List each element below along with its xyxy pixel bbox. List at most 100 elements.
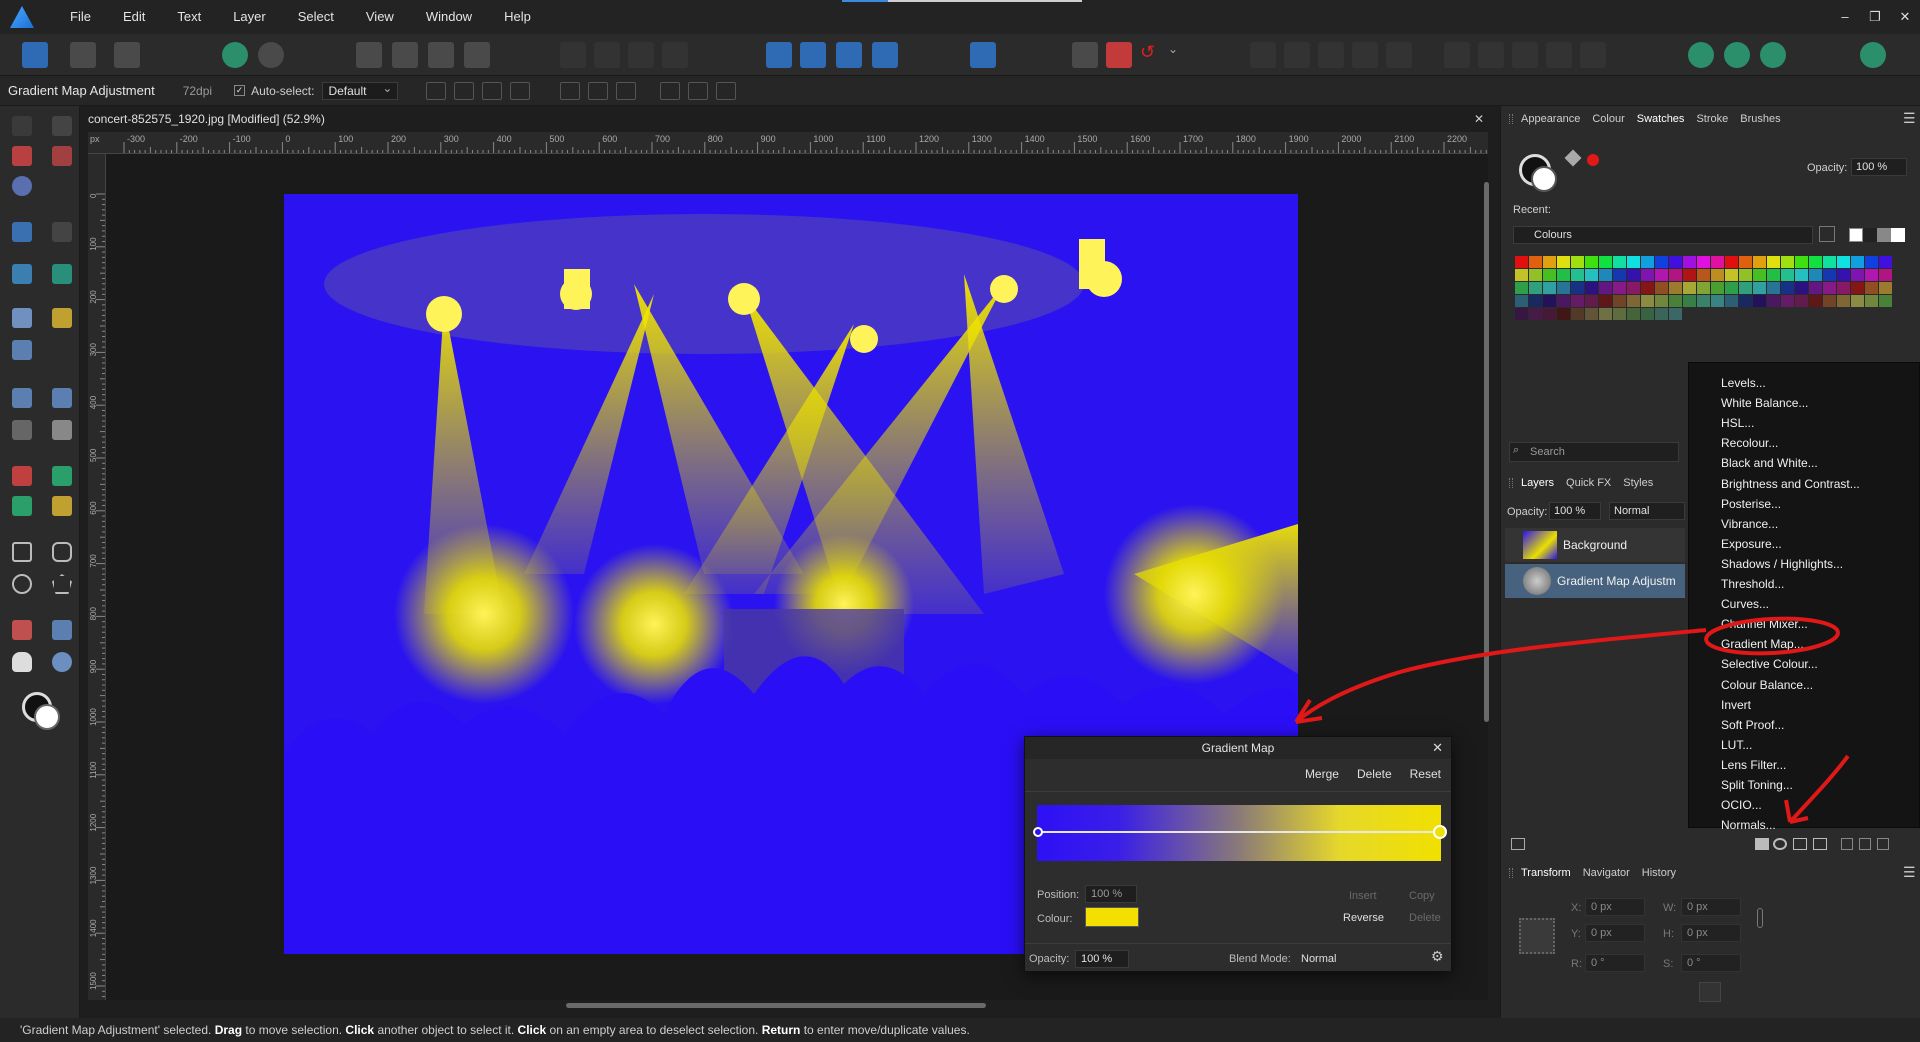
- align-icon[interactable]: [970, 42, 996, 68]
- swatch-cell[interactable]: [1781, 295, 1794, 307]
- swatch-cell[interactable]: [1599, 269, 1612, 281]
- measure-tool-icon[interactable]: [52, 496, 72, 516]
- palette-options-icon[interactable]: [1819, 226, 1835, 242]
- swatch-cell[interactable]: [1823, 295, 1836, 307]
- adjustment-menu-item[interactable]: Normals...: [1721, 815, 1776, 835]
- swatch-cell[interactable]: [1837, 282, 1850, 294]
- minimize-icon[interactable]: –: [1830, 0, 1860, 34]
- clip-icon[interactable]: [1478, 42, 1504, 68]
- swatch-cell[interactable]: [1697, 256, 1710, 268]
- snapping-magnet-icon[interactable]: ↺: [1140, 42, 1166, 68]
- tab-quick-fx[interactable]: Quick FX: [1560, 474, 1617, 492]
- boolean-divide-icon[interactable]: [1386, 42, 1412, 68]
- swatch-cell[interactable]: [1515, 282, 1528, 294]
- stroke-colour-icon[interactable]: [1531, 166, 1557, 192]
- swatch-cell[interactable]: [1627, 308, 1640, 320]
- swatch-opacity-field[interactable]: 100 %: [1851, 158, 1907, 176]
- fill-tool-icon[interactable]: [52, 620, 72, 640]
- swatch-cell[interactable]: [1543, 256, 1556, 268]
- tab-transform[interactable]: Transform: [1515, 864, 1577, 882]
- swatch-cell[interactable]: [1711, 256, 1724, 268]
- swatch-cell[interactable]: [1781, 269, 1794, 281]
- swatch-cell[interactable]: [1599, 282, 1612, 294]
- swatch-cell[interactable]: [1543, 269, 1556, 281]
- swatch-cell[interactable]: [1823, 269, 1836, 281]
- adjustment-menu-item[interactable]: Exposure...: [1721, 534, 1782, 554]
- swatch-cell[interactable]: [1655, 256, 1668, 268]
- adjustment-menu-item[interactable]: Colour Balance...: [1721, 675, 1813, 695]
- transform-origin-icon[interactable]: [426, 81, 447, 100]
- add-layer-icon[interactable]: [1859, 838, 1871, 850]
- swatch-cell[interactable]: [1655, 308, 1668, 320]
- eyedropper-swatch-icon[interactable]: [1564, 149, 1582, 167]
- restore-icon[interactable]: ❐: [1860, 0, 1890, 34]
- group-layers-icon[interactable]: [1841, 838, 1853, 850]
- layers-search-input[interactable]: Search: [1509, 442, 1679, 462]
- swatch-cell[interactable]: [1823, 256, 1836, 268]
- swatch-cell[interactable]: [1557, 308, 1570, 320]
- deselect-icon[interactable]: [392, 42, 418, 68]
- swatch-cell[interactable]: [1725, 256, 1738, 268]
- rotate-right-icon[interactable]: [872, 42, 898, 68]
- reset-button[interactable]: Reset: [1410, 767, 1441, 781]
- lock-aspect-icon[interactable]: [1757, 908, 1763, 928]
- swatch-cell[interactable]: [1865, 256, 1878, 268]
- selection-brush-icon[interactable]: [1724, 42, 1750, 68]
- flip-vertical-icon[interactable]: [800, 42, 826, 68]
- swatch-cell[interactable]: [1809, 295, 1822, 307]
- live-filter-icon[interactable]: [1813, 838, 1827, 850]
- swatch-cell[interactable]: [1669, 282, 1682, 294]
- swatch-cell[interactable]: [1529, 282, 1542, 294]
- ungroup-icon[interactable]: [1546, 42, 1572, 68]
- adjustment-menu-item[interactable]: LUT...: [1721, 735, 1752, 755]
- healing-brush-icon[interactable]: [12, 388, 32, 408]
- adjustment-menu-item[interactable]: Posterise...: [1721, 494, 1781, 514]
- swatch-cell[interactable]: [1697, 295, 1710, 307]
- swatch-cell[interactable]: [1851, 269, 1864, 281]
- arrange-front-icon[interactable]: [662, 42, 688, 68]
- grey-swatch[interactable]: [1877, 228, 1891, 242]
- group-icon[interactable]: [1512, 42, 1538, 68]
- pencil-tool-icon[interactable]: [52, 308, 72, 328]
- adjustment-layer-icon[interactable]: [1773, 838, 1787, 850]
- swatch-cell[interactable]: [1669, 269, 1682, 281]
- paint-mixer-icon[interactable]: [12, 146, 32, 166]
- align-right-icon[interactable]: [616, 81, 637, 100]
- swatch-cell[interactable]: [1571, 256, 1584, 268]
- dialog-titlebar[interactable]: Gradient Map ✕: [1025, 737, 1451, 759]
- swatch-cell[interactable]: [1557, 295, 1570, 307]
- swatch-cell[interactable]: [1515, 256, 1528, 268]
- swatch-cell[interactable]: [1753, 282, 1766, 294]
- close-window-icon[interactable]: ✕: [1890, 0, 1920, 34]
- layers-options-icon[interactable]: [1511, 838, 1525, 850]
- menu-view[interactable]: View: [350, 0, 410, 34]
- hand-tool-icon[interactable]: [12, 652, 32, 672]
- boolean-add-icon[interactable]: [1250, 42, 1276, 68]
- position-field[interactable]: 100 %: [1085, 885, 1137, 903]
- swatch-cell[interactable]: [1613, 269, 1626, 281]
- export-persona-icon[interactable]: [114, 42, 140, 68]
- scale-icon[interactable]: [482, 81, 503, 100]
- rounded-rectangle-icon[interactable]: [52, 542, 72, 562]
- swatch-cell[interactable]: [1627, 282, 1640, 294]
- boolean-intersect-icon[interactable]: [1318, 42, 1344, 68]
- grid-persona-icon[interactable]: [70, 42, 96, 68]
- merge-button[interactable]: Merge: [1305, 767, 1339, 781]
- swatch-cell[interactable]: [1879, 282, 1892, 294]
- autoselect-dropdown[interactable]: Default: [322, 80, 399, 100]
- swatch-cell[interactable]: [1627, 269, 1640, 281]
- horizontal-scroll-thumb[interactable]: [566, 1003, 986, 1008]
- select-all-icon[interactable]: [356, 42, 382, 68]
- swatch-cell[interactable]: [1557, 282, 1570, 294]
- swatch-cell[interactable]: [1697, 282, 1710, 294]
- preferences-gear-icon[interactable]: [258, 42, 284, 68]
- tab-history[interactable]: History: [1636, 864, 1682, 882]
- swatch-cell[interactable]: [1655, 295, 1668, 307]
- tab-appearance[interactable]: Appearance: [1515, 110, 1586, 128]
- invert-selection-icon[interactable]: [428, 42, 454, 68]
- swatch-cell[interactable]: [1879, 256, 1892, 268]
- panel-grip-icon[interactable]: [1509, 114, 1513, 124]
- swatch-cell[interactable]: [1795, 269, 1808, 281]
- swatch-cell[interactable]: [1767, 256, 1780, 268]
- swatch-cell[interactable]: [1655, 269, 1668, 281]
